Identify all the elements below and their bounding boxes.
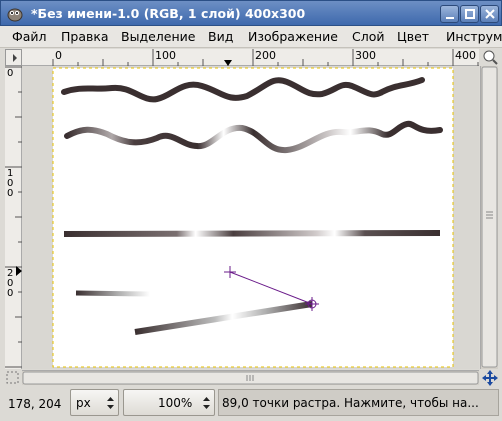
navigate-icon bbox=[482, 370, 498, 386]
menu-edit[interactable]: Правка bbox=[61, 29, 109, 44]
maximize-button[interactable] bbox=[460, 5, 479, 23]
ruler-label: 200 bbox=[7, 268, 14, 299]
zoom-lock-button[interactable] bbox=[482, 49, 498, 66]
ruler-corner-button[interactable] bbox=[5, 49, 22, 66]
menu-view[interactable]: Вид bbox=[208, 29, 233, 44]
ruler-label: 300 bbox=[355, 49, 376, 62]
menu-colors[interactable]: Цвет bbox=[397, 29, 429, 44]
menu-file[interactable]: Файл bbox=[12, 29, 47, 44]
quick-mask-button[interactable] bbox=[5, 370, 21, 385]
scroll-thumb[interactable] bbox=[481, 66, 498, 368]
ruler-label: 0 bbox=[55, 49, 62, 62]
spin-arrows-icon bbox=[203, 397, 210, 409]
close-icon bbox=[485, 9, 495, 19]
close-button[interactable] bbox=[480, 5, 499, 23]
minimize-icon bbox=[446, 17, 454, 19]
status-message: 89,0 точки растра. Нажмите, чтобы на... bbox=[218, 389, 499, 416]
gimp-icon[interactable] bbox=[6, 5, 24, 22]
image-canvas[interactable] bbox=[53, 68, 453, 367]
ruler-label: 0 bbox=[7, 68, 14, 79]
short-stroke bbox=[75, 290, 151, 297]
navigate-button[interactable] bbox=[481, 369, 499, 387]
menu-layer[interactable]: Слой bbox=[352, 29, 385, 44]
status-bar: 178, 204 px 100% 89,0 точки растра. Нажм… bbox=[0, 387, 502, 421]
vertical-scrollbar[interactable] bbox=[480, 66, 498, 369]
title-bar[interactable]: *Без имени-1.0 (RGB, 1 слой) 400x300 bbox=[0, 0, 502, 26]
quick-mask-icon bbox=[6, 371, 19, 384]
ruler-label: 400 bbox=[455, 49, 476, 62]
status-message-text: 89,0 точки растра. Нажмите, чтобы на... bbox=[222, 396, 479, 410]
vertical-ruler[interactable]: 0 100 200 bbox=[5, 66, 22, 369]
unit-selector[interactable]: px bbox=[70, 389, 119, 416]
zoom-value: 100% bbox=[158, 396, 193, 410]
menu-bar: Файл Правка Выделение Вид Изображение Сл… bbox=[0, 26, 502, 48]
canvas-viewport[interactable] bbox=[22, 66, 479, 369]
horizontal-scrollbar[interactable] bbox=[22, 370, 479, 385]
menu-arrow-icon bbox=[13, 54, 17, 62]
menu-tools[interactable]: Инструм bbox=[446, 29, 502, 44]
menu-image[interactable]: Изображение bbox=[248, 29, 338, 44]
pointer-coordinates: 178, 204 bbox=[8, 397, 62, 411]
menu-select[interactable]: Выделение bbox=[121, 29, 195, 44]
zoom-icon bbox=[483, 50, 498, 65]
window-title: *Без имени-1.0 (RGB, 1 слой) 400x300 bbox=[31, 6, 306, 21]
ruler-label: 100 bbox=[155, 49, 176, 62]
ruler-label: 200 bbox=[255, 49, 276, 62]
zoom-selector[interactable]: 100% bbox=[123, 389, 215, 416]
horizontal-ruler[interactable]: 0 100 200 300 400 bbox=[22, 49, 479, 66]
unit-value: px bbox=[76, 396, 91, 410]
minimize-button[interactable] bbox=[440, 5, 459, 23]
maximize-icon bbox=[465, 9, 475, 19]
spin-arrows-icon bbox=[107, 397, 114, 409]
airbrush-line bbox=[63, 230, 441, 237]
ruler-label: 100 bbox=[7, 168, 14, 199]
